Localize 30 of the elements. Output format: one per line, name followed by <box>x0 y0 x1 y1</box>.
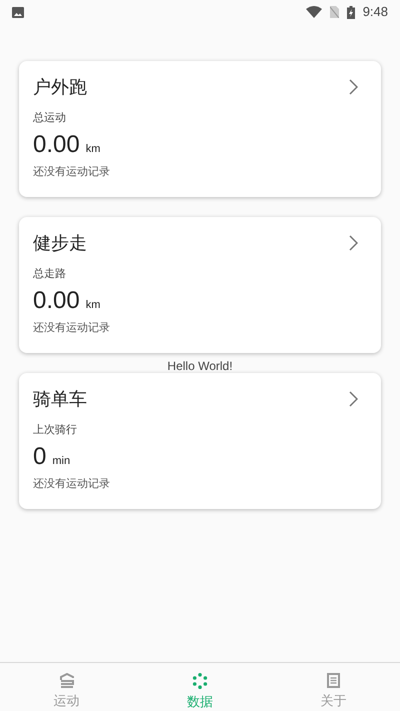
stat-label: 总走路 <box>33 267 66 281</box>
card-title: 健步走 <box>33 232 87 255</box>
image-icon <box>12 6 24 18</box>
stat-unit: min <box>52 454 70 469</box>
sport-card[interactable]: 健步走 总走路 0.00 km 还没有运动记录 <box>19 217 381 353</box>
hello-text: Hello World! <box>167 360 233 373</box>
stack-icon <box>58 673 75 688</box>
stat-unit: km <box>86 298 100 313</box>
clock-time: 9:48 <box>362 3 388 22</box>
stat-value: 0 <box>33 443 46 471</box>
stat-value: 0.00 <box>33 131 80 159</box>
stat-label: 上次骑行 <box>33 423 77 437</box>
stat-unit: km <box>86 142 100 157</box>
card-title: 户外跑 <box>33 76 87 99</box>
sport-card[interactable]: 户外跑 总运动 0.00 km 还没有运动记录 <box>19 61 381 197</box>
stat-label: 总运动 <box>33 111 66 125</box>
record-note: 还没有运动记录 <box>33 321 110 335</box>
document-icon <box>326 673 340 688</box>
record-note: 还没有运动记录 <box>33 165 110 179</box>
chevron-right-icon <box>349 391 358 407</box>
chevron-right-icon <box>349 235 358 251</box>
stat-value: 0.00 <box>33 287 80 315</box>
dots-circle-icon <box>192 673 208 689</box>
card-title: 骑单车 <box>33 388 87 411</box>
record-note: 还没有运动记录 <box>33 477 110 491</box>
wifi-icon <box>306 6 322 18</box>
chevron-right-icon <box>349 79 358 95</box>
no-sim-icon <box>330 6 339 18</box>
battery-charging-icon <box>346 6 355 18</box>
sport-card[interactable]: 骑单车 上次骑行 0 min 还没有运动记录 <box>19 373 381 509</box>
